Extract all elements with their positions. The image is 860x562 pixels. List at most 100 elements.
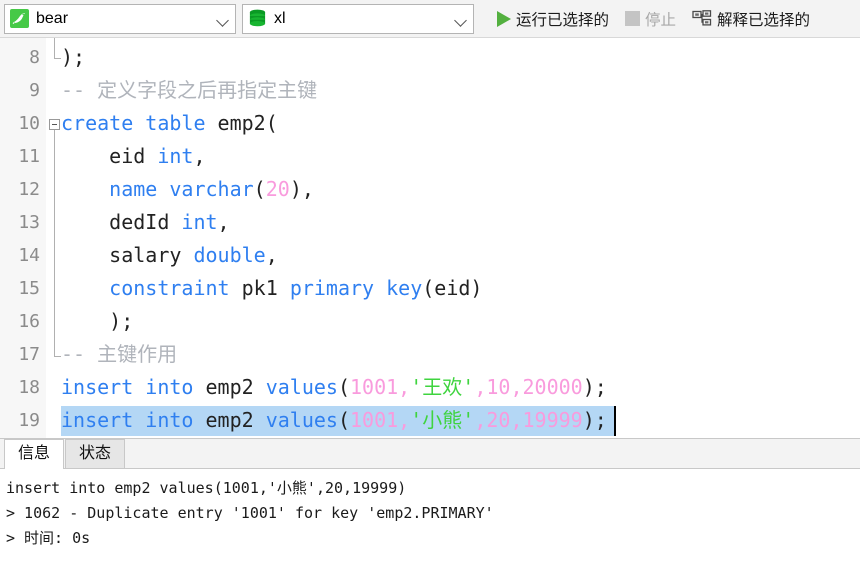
database-label: xl — [274, 9, 286, 27]
code-token: 10 — [486, 375, 511, 399]
code-token: , — [193, 144, 206, 168]
code-token: eid — [61, 144, 158, 168]
code-line[interactable]: 16 ); — [0, 305, 860, 338]
code-token: 20000 — [522, 375, 583, 399]
code-text: ); — [61, 305, 133, 338]
code-token: , — [474, 375, 487, 399]
code-line[interactable]: 10 create table emp2( — [0, 107, 860, 140]
output-tab[interactable]: 状态 — [65, 439, 126, 468]
code-token: insert into — [61, 375, 194, 399]
code-content[interactable]: 8); 9 -- 定义字段之后再指定主键 10 create table emp2(11… — [0, 38, 860, 437]
code-token: , — [474, 408, 487, 432]
code-token: , — [510, 375, 523, 399]
code-token: ); — [582, 408, 607, 432]
code-line[interactable]: 12 name varchar(20), — [0, 173, 860, 206]
code-text: constraint pk1 primary key(eid) — [61, 272, 482, 305]
run-selected-label: 运行已选择的 — [516, 11, 610, 29]
code-line[interactable]: 19 insert into emp2 values(1001,'小熊',20,1… — [0, 404, 860, 437]
code-token: , — [510, 408, 523, 432]
line-number: 8 — [29, 47, 40, 68]
code-token: 20 — [486, 408, 511, 432]
code-token: constraint — [109, 276, 230, 300]
code-token: int — [157, 144, 194, 168]
code-text: dedId int, — [61, 206, 230, 239]
chevron-down-icon[interactable] — [453, 11, 469, 27]
code-token: int — [181, 210, 218, 234]
code-token: ( — [337, 408, 350, 432]
line-number: 15 — [18, 278, 40, 299]
code-token: salary — [61, 243, 194, 267]
database-icon — [248, 9, 267, 29]
code-token: name varchar — [109, 177, 254, 201]
line-number: 14 — [18, 245, 40, 266]
code-token: pk1 — [229, 276, 290, 300]
code-line[interactable]: 13 dedId int, — [0, 206, 860, 239]
code-token: 20 — [265, 177, 290, 201]
line-number: 18 — [18, 377, 40, 398]
database-selector[interactable]: xl — [242, 3, 474, 34]
log-line: > 1062 - Duplicate entry '1001' for key … — [6, 504, 494, 522]
code-line[interactable]: 9 -- 定义字段之后再指定主键 — [0, 74, 860, 107]
output-tabbar: 信息 状态 — [0, 439, 860, 469]
mysql-dolphin-icon — [10, 9, 29, 28]
line-number: 17 — [18, 344, 40, 365]
log-line: insert into emp2 values(1001,'小熊',20,199… — [6, 479, 407, 497]
code-token: values — [265, 408, 338, 432]
sql-editor[interactable]: 8); 9 -- 定义字段之后再指定主键 10 create table emp2(11… — [0, 38, 860, 438]
code-token: ); — [582, 375, 607, 399]
connection-label: bear — [36, 9, 69, 27]
connection-selector[interactable]: bear — [4, 3, 236, 34]
code-text: -- 主键作用 — [61, 338, 177, 371]
line-number: 16 — [18, 311, 40, 332]
code-token: ), — [289, 177, 314, 201]
code-token: emp2( — [205, 111, 278, 135]
code-line[interactable]: 14 salary double, — [0, 239, 860, 272]
toolbar: bear xl 运行已选择的 停止 解释已选择的 — [0, 0, 860, 38]
text-caret — [613, 406, 616, 436]
explain-selected-button[interactable]: 解释已选择的 — [687, 3, 815, 35]
code-line[interactable]: 11 eid int, — [0, 140, 860, 173]
stop-button: 停止 — [620, 3, 681, 35]
code-text: salary double, — [61, 239, 278, 272]
code-text: insert into emp2 values(1001,'小熊',20,199… — [61, 404, 607, 437]
code-token: dedId — [61, 210, 182, 234]
code-token: , — [398, 408, 411, 432]
code-text: eid int, — [61, 140, 206, 173]
code-token: 1001 — [350, 375, 399, 399]
chevron-down-icon[interactable] — [215, 11, 231, 27]
code-text: create table emp2( — [61, 107, 278, 140]
code-token: , — [398, 375, 411, 399]
code-token: emp2 — [193, 408, 266, 432]
code-line[interactable]: 15 constraint pk1 primary key(eid) — [0, 272, 860, 305]
code-token: , — [217, 210, 230, 234]
play-triangle-icon — [497, 10, 511, 27]
line-number: 19 — [18, 410, 40, 431]
run-selected-button[interactable]: 运行已选择的 — [492, 3, 614, 35]
code-token: insert into — [61, 408, 194, 432]
code-line[interactable]: 17 -- 主键作用 — [0, 338, 860, 371]
code-token: 1001 — [350, 408, 399, 432]
code-token: ( — [337, 375, 350, 399]
log-line: > 时间: 0s — [6, 529, 91, 547]
line-number: 11 — [18, 146, 40, 167]
code-token: '小熊' — [410, 408, 475, 432]
output-log: insert into emp2 values(1001,'小熊',20,199… — [0, 469, 860, 551]
code-token: 19999 — [522, 408, 583, 432]
explain-selected-label: 解释已选择的 — [717, 11, 811, 29]
line-number: 9 — [29, 80, 40, 101]
code-token: '王欢' — [410, 375, 475, 399]
code-text: ); — [61, 41, 85, 74]
stop-square-icon — [625, 11, 641, 26]
code-token: double — [193, 243, 266, 267]
code-line[interactable]: 18 insert into emp2 values(1001,'王欢',10,2… — [0, 371, 860, 404]
code-token: primary key — [289, 276, 423, 300]
code-text: insert into emp2 values(1001,'王欢',10,200… — [61, 371, 607, 404]
explain-tree-icon — [692, 9, 712, 28]
code-line[interactable]: 8); — [0, 41, 860, 74]
code-text: -- 定义字段之后再指定主键 — [61, 74, 317, 107]
stop-label: 停止 — [645, 11, 677, 29]
output-tab[interactable]: 信息 — [4, 439, 65, 469]
line-number: 10 — [18, 113, 40, 134]
